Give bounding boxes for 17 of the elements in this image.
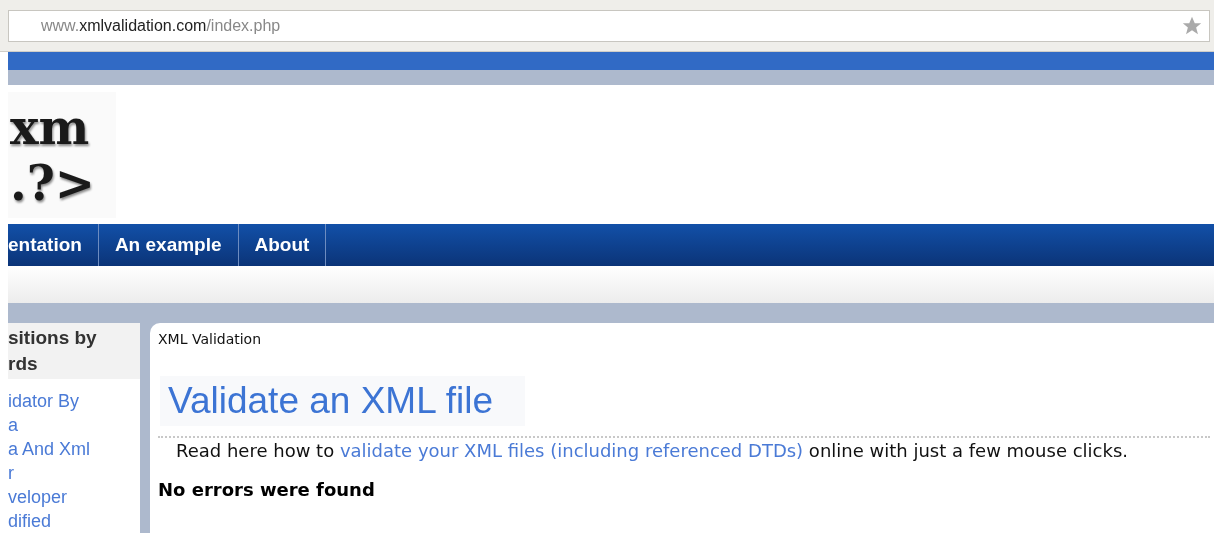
sidebar-link[interactable]: a And Xml: [8, 437, 140, 461]
logo[interactable]: xm .?>: [8, 91, 116, 218]
intro-paragraph: Read here how to validate your XML files (including referenced DTDs) online with just a few mouse clicks.: [175, 440, 1130, 462]
validate-link[interactable]: validate your XML files (including referenced DTDs): [339, 440, 804, 461]
logo-text: .?>: [10, 158, 97, 207]
address-field[interactable]: www.xmlvalidation.com/index.php: [8, 9, 1210, 42]
sidebar-heading: sitions by rds: [8, 323, 140, 379]
sidebar-link[interactable]: a: [8, 413, 140, 437]
url-text: www.xmlvalidation.com/index.php: [41, 15, 281, 36]
status-message: No errors were found: [158, 478, 376, 502]
logo-text: xm: [10, 102, 91, 151]
sidebar-link[interactable]: veloper: [8, 485, 140, 509]
breadcrumb: XML Validation: [158, 330, 263, 349]
sidebar-link[interactable]: dified: [8, 509, 140, 533]
page-title: Validate an XML file: [160, 376, 525, 426]
sidebar-link[interactable]: idator By: [8, 389, 140, 413]
sidebar-link[interactable]: r: [8, 461, 140, 485]
